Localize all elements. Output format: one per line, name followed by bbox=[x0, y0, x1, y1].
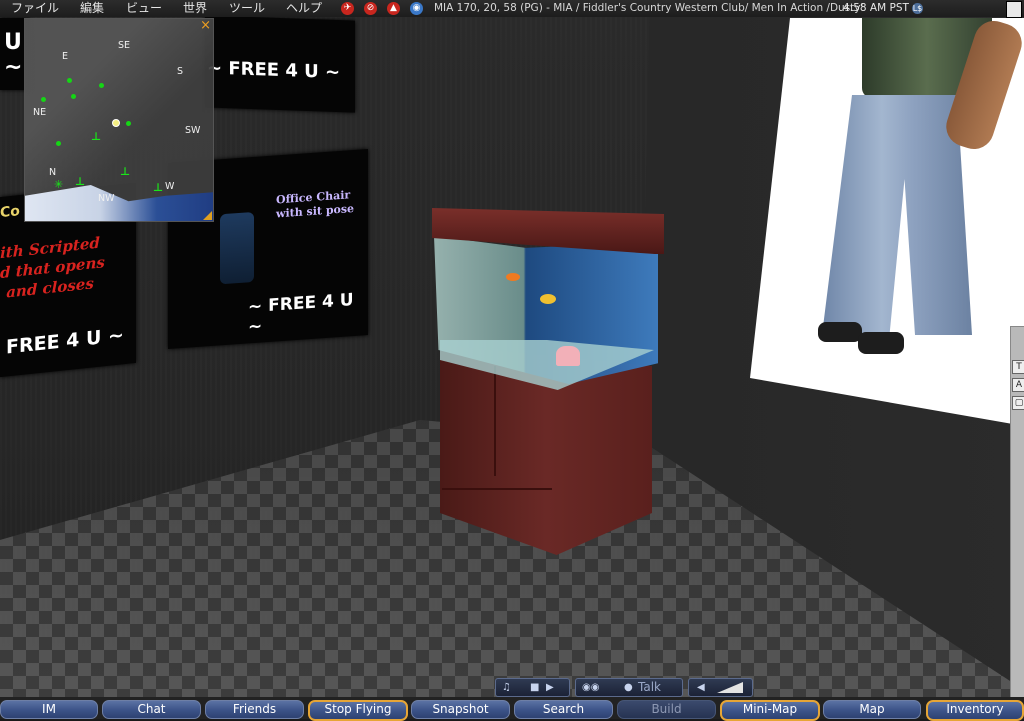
play-icon[interactable]: ▶ bbox=[546, 681, 554, 694]
stop-flying-button[interactable]: Stop Flying bbox=[308, 700, 408, 721]
mini-map-avatar-above: ⊥ bbox=[75, 175, 86, 188]
map-button[interactable]: Map bbox=[823, 700, 921, 719]
music-icon[interactable]: ♫ bbox=[502, 681, 511, 694]
money-icon[interactable]: L$ bbox=[912, 3, 923, 14]
mini-map-button[interactable]: Mini-Map bbox=[720, 700, 820, 721]
mini-map-label-ne: NE bbox=[33, 107, 47, 118]
voice-icon[interactable]: ◉ bbox=[410, 2, 423, 15]
no-push-icon[interactable]: ▲ bbox=[387, 2, 400, 15]
cabinet-door-seam bbox=[494, 366, 496, 476]
mini-map-label-se: SE bbox=[118, 40, 131, 51]
mini-map-avatar-above: ✳ bbox=[54, 178, 64, 191]
snapshot-button[interactable]: Snapshot bbox=[411, 700, 510, 719]
mini-map-resize-handle[interactable] bbox=[203, 211, 212, 220]
bottom-toolbar: IM Chat Friends Stop Flying Snapshot Sea… bbox=[0, 697, 1024, 721]
talk-lock-icon[interactable]: ● bbox=[624, 681, 633, 694]
mini-map-label-e: E bbox=[62, 51, 69, 62]
mini-map-avatar-above: ⊥ bbox=[120, 165, 131, 178]
poster-red-description: ith Scripted d that opens and closes bbox=[0, 233, 105, 302]
mini-map-avatar-dot bbox=[67, 78, 72, 83]
mini-map-label-w: W bbox=[165, 181, 175, 192]
menu-tools[interactable]: ツール bbox=[229, 0, 265, 17]
floater-tab-icon[interactable]: ▢ bbox=[1012, 396, 1024, 410]
poster-free-left-text: FREE 4 U ~ bbox=[6, 324, 124, 359]
poster-free-top[interactable]: ~ FREE 4 U ~ bbox=[205, 15, 355, 113]
chair-caption: Office Chair with sit pose bbox=[276, 188, 355, 221]
mini-map-avatar-dot bbox=[41, 97, 46, 102]
speakers-icon[interactable]: ◉◉ bbox=[582, 681, 599, 694]
mini-map-avatar-dot bbox=[71, 94, 76, 99]
cabinet-drawer-line bbox=[442, 488, 552, 490]
search-button[interactable]: Search bbox=[514, 700, 613, 719]
mini-map-label-n: N bbox=[49, 167, 57, 178]
stop-icon[interactable]: ■ bbox=[530, 681, 539, 694]
mini-map-avatar-above: ⊥ bbox=[153, 181, 164, 194]
location-text[interactable]: MIA 170, 20, 58 (PG) - MIA / Fiddler's C… bbox=[434, 0, 863, 17]
talk-button[interactable]: Talk bbox=[638, 680, 661, 694]
friends-button[interactable]: Friends bbox=[205, 700, 304, 719]
avatar-shoe-left bbox=[818, 322, 862, 342]
build-button[interactable]: Build bbox=[617, 700, 716, 719]
chat-button[interactable]: Chat bbox=[102, 700, 201, 719]
menu-edit[interactable]: 編集 bbox=[80, 0, 104, 17]
health-indicator bbox=[1006, 1, 1022, 18]
menu-help[interactable]: ヘルプ bbox=[286, 0, 322, 17]
poster-free-chair-text: ~ FREE 4 U ~ bbox=[248, 290, 354, 338]
no-fly-icon[interactable]: ✈ bbox=[341, 2, 354, 15]
clownfish-icon bbox=[506, 273, 520, 281]
mini-map-label-s: S bbox=[177, 66, 184, 77]
yellow-fish-icon bbox=[540, 294, 556, 304]
volume-slider[interactable] bbox=[717, 682, 743, 693]
floater-tab-icon[interactable]: A bbox=[1012, 378, 1024, 392]
office-chair-image bbox=[220, 211, 254, 285]
avatar-shoe-right bbox=[858, 332, 904, 354]
volume-group: ◀ bbox=[688, 678, 753, 697]
menu-view[interactable]: ビュー bbox=[126, 0, 162, 17]
mini-map-avatar-above: ⊥ bbox=[91, 130, 102, 143]
media-controls: ♫ ■ ▶ bbox=[495, 678, 570, 697]
voice-talk-group: ◉◉ ● Talk bbox=[575, 678, 683, 697]
poster-partial-text: Co bbox=[0, 203, 20, 222]
mini-map-avatar-dot bbox=[56, 141, 61, 146]
inventory-button[interactable]: Inventory bbox=[926, 700, 1024, 721]
poster-free-top-text: ~ FREE 4 U ~ bbox=[207, 57, 341, 84]
menu-file[interactable]: ファイル bbox=[11, 0, 59, 17]
mini-map-avatar-dot bbox=[99, 83, 104, 88]
no-build-icon[interactable]: ⊘ bbox=[364, 2, 377, 15]
floater-tab-icon[interactable]: T bbox=[1012, 360, 1024, 374]
menu-world[interactable]: 世界 bbox=[183, 0, 207, 17]
volume-icon[interactable]: ◀ bbox=[697, 681, 705, 694]
mini-map-window[interactable]: E SE S SW W NW N NE ⊥ ⊥ ⊥ ✳ ⊥ × bbox=[24, 18, 214, 222]
mini-map-avatar-dot bbox=[126, 121, 131, 126]
menu-bar: ファイル 編集 ビュー 世界 ツール ヘルプ ✈ ⊘ ▲ ◉ MIA 170, … bbox=[0, 0, 1024, 18]
mini-map-label-sw: SW bbox=[185, 125, 201, 136]
clock-text: 4:58 AM PST bbox=[843, 2, 909, 14]
mini-map-label-nw: NW bbox=[98, 193, 115, 204]
im-button[interactable]: IM bbox=[0, 700, 98, 719]
coral-icon bbox=[556, 346, 580, 366]
mini-map-self-marker bbox=[112, 119, 120, 127]
mini-map-close-icon[interactable]: × bbox=[200, 19, 211, 33]
